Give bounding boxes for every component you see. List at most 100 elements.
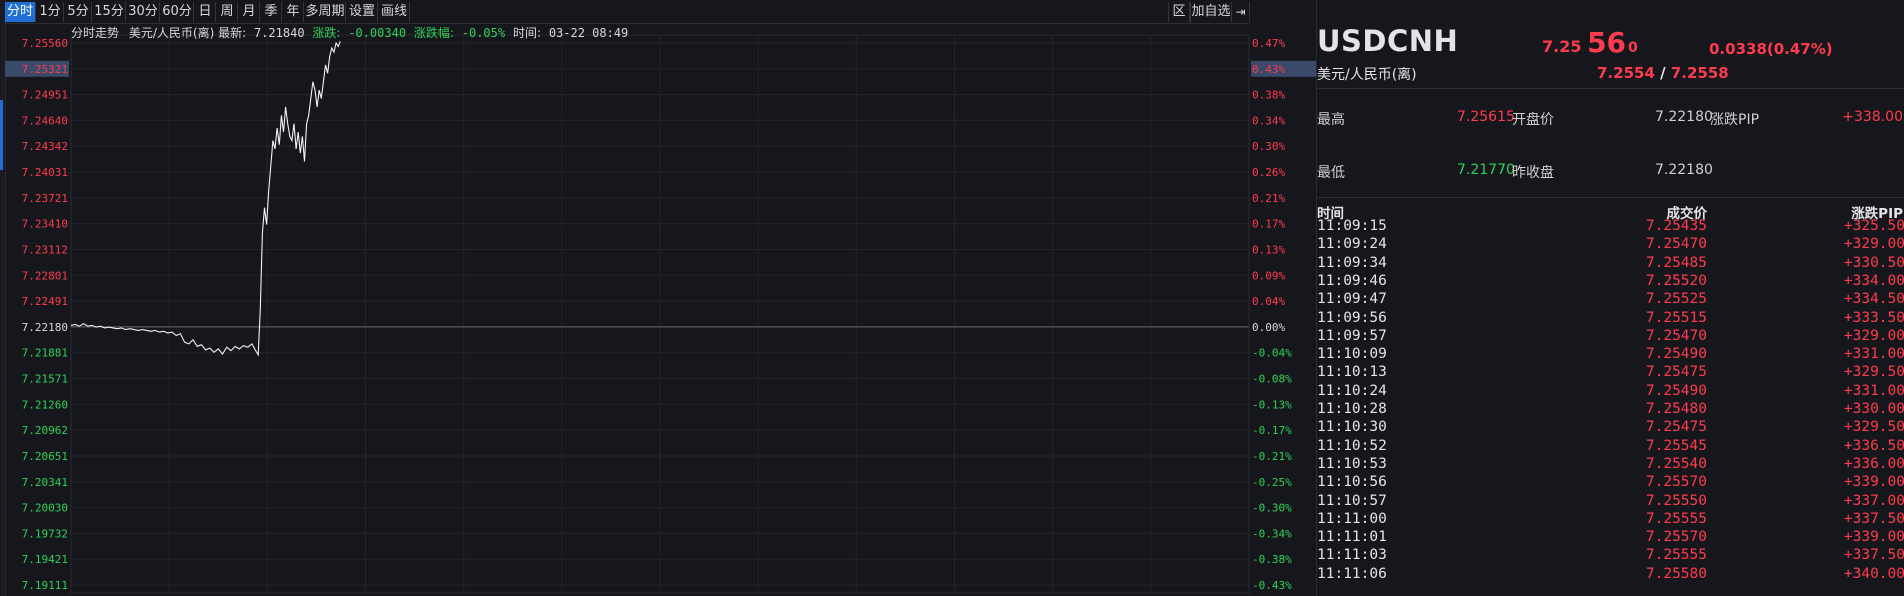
latest-value: 7.21840 xyxy=(253,26,305,40)
y-tick-right: -0.17% xyxy=(1252,424,1292,437)
y-tick-left: 7.22801 xyxy=(22,269,68,282)
y-tick-left: 7.24342 xyxy=(22,140,68,153)
trade-pip: +334.50 xyxy=(1843,291,1904,308)
trade-price: 7.25540 xyxy=(1645,455,1707,472)
y-tick-right: 0.30% xyxy=(1252,140,1285,153)
trade-row[interactable]: 11:09:56 7.25515 +333.50 xyxy=(1317,310,1904,328)
y-tick-left: 7.21881 xyxy=(22,347,68,360)
change-label: 涨跌: xyxy=(312,26,341,40)
trade-pip: +339.00 xyxy=(1843,474,1904,491)
symbol: USDCNH xyxy=(1317,24,1459,58)
open-label: 开盘价 xyxy=(1512,112,1554,128)
y-tick-right: 0.21% xyxy=(1252,192,1285,205)
price-change: 0.0338(0.47%) xyxy=(1709,40,1833,58)
y-tick-right: -0.13% xyxy=(1252,398,1292,411)
price-small: 0 xyxy=(1628,40,1638,56)
trade-pip: +336.00 xyxy=(1843,455,1904,472)
y-tick-left: 7.23721 xyxy=(22,192,68,205)
trade-row[interactable]: 11:10:09 7.25490 +331.00 xyxy=(1317,346,1904,364)
y-axis-right: 0.47% 0.43% 0.38% 0.34% 0.30% 0.26% 0.21% 0.17%… xyxy=(1251,37,1316,592)
trade-pip: +333.50 xyxy=(1843,309,1904,326)
trade-price: 7.25475 xyxy=(1645,364,1707,381)
trade-price: 7.25475 xyxy=(1645,419,1707,436)
y-tick-right: -0.21% xyxy=(1252,450,1292,463)
trade-pip: +337.50 xyxy=(1843,510,1904,527)
trade-row[interactable]: 11:09:24 7.25470 +329.00 xyxy=(1317,236,1904,254)
trade-pip: +336.50 xyxy=(1843,437,1904,454)
y-tick-right: 0.43% xyxy=(1252,63,1285,76)
y-tick-right: -0.25% xyxy=(1252,476,1292,489)
trade-price: 7.25570 xyxy=(1645,529,1707,546)
trade-row[interactable]: 11:11:01 7.25570 +339.00 xyxy=(1317,529,1904,547)
prev-close-label: 昨收盘 xyxy=(1512,165,1554,181)
intraday-chart[interactable]: 7.25560 7.25321 7.24951 7.24640 7.24342 7.240… xyxy=(0,0,1316,596)
y-tick-right: 0.00% xyxy=(1252,321,1285,334)
pip-value: +338.00 xyxy=(1842,109,1903,125)
trade-pip: +325.50 xyxy=(1843,218,1904,234)
trade-price: 7.25480 xyxy=(1645,401,1707,417)
pct-value: -0.05% xyxy=(461,26,506,40)
trade-row[interactable]: 11:11:00 7.25555 +337.50 xyxy=(1317,511,1904,529)
trade-time: 11:11:01 xyxy=(1317,529,1387,546)
trade-price: 7.25555 xyxy=(1645,510,1707,527)
trade-time: 11:10:09 xyxy=(1317,346,1387,363)
bid-ask: 7.2554 / 7.2558 xyxy=(1597,64,1729,82)
high-label: 最高 xyxy=(1317,112,1345,128)
trade-time: 11:10:52 xyxy=(1317,437,1387,454)
trade-price: 7.25525 xyxy=(1645,291,1707,308)
trade-row[interactable]: 11:09:46 7.25520 +334.00 xyxy=(1317,273,1904,291)
trade-time: 11:09:57 xyxy=(1317,327,1387,344)
trade-row[interactable]: 11:10:30 7.25475 +329.50 xyxy=(1317,419,1904,437)
trade-pip: +337.50 xyxy=(1843,547,1904,564)
trade-row[interactable]: 11:10:56 7.25570 +339.00 xyxy=(1317,474,1904,492)
y-tick-left: 7.25560 xyxy=(22,37,68,50)
pair-full-name: 美元/人民币(离) xyxy=(1317,67,1417,83)
trade-row[interactable]: 11:10:53 7.25540 +336.00 xyxy=(1317,456,1904,474)
open-value: 7.22180 xyxy=(1655,109,1713,125)
trade-price: 7.25545 xyxy=(1645,437,1707,454)
trade-row[interactable]: 11:10:52 7.25545 +336.50 xyxy=(1317,438,1904,456)
trade-row[interactable]: 11:09:47 7.25525 +334.50 xyxy=(1317,291,1904,309)
trade-row[interactable]: 11:11:06 7.25580 +340.00 xyxy=(1317,566,1904,584)
trade-row[interactable]: 11:09:57 7.25470 +329.00 xyxy=(1317,328,1904,346)
y-tick-left: 7.21571 xyxy=(22,373,68,386)
trade-price: 7.25470 xyxy=(1645,236,1707,253)
trade-pip: +331.00 xyxy=(1843,346,1904,363)
y-tick-right: -0.34% xyxy=(1252,527,1292,540)
trade-pip: +329.00 xyxy=(1843,327,1904,344)
trade-price: 7.25580 xyxy=(1645,565,1707,582)
trade-row[interactable]: 11:10:57 7.25550 +337.00 xyxy=(1317,493,1904,511)
y-tick-left: 7.23112 xyxy=(22,243,68,256)
trade-pip: +329.50 xyxy=(1843,419,1904,436)
y-tick-right: 0.09% xyxy=(1252,269,1285,282)
change-value: -0.00340 xyxy=(348,26,407,40)
trade-price: 7.25570 xyxy=(1645,474,1707,491)
trade-row[interactable]: 11:11:03 7.25555 +337.50 xyxy=(1317,547,1904,565)
trade-row[interactable]: 11:10:24 7.25490 +331.00 xyxy=(1317,383,1904,401)
trade-price: 7.25485 xyxy=(1645,254,1707,271)
trade-time: 11:10:24 xyxy=(1317,382,1387,399)
trade-time: 11:10:13 xyxy=(1317,364,1387,381)
trade-price: 7.25490 xyxy=(1645,346,1707,363)
trade-row[interactable]: 11:09:34 7.25485 +330.50 xyxy=(1317,255,1904,273)
trade-row[interactable]: 11:10:28 7.25480 +330.00 xyxy=(1317,401,1904,419)
trade-time: 11:09:24 xyxy=(1317,236,1387,253)
y-tick-left: 7.24951 xyxy=(22,89,68,102)
trade-time: 11:11:03 xyxy=(1317,547,1387,564)
time-value: 03-22 08:49 xyxy=(548,26,629,40)
trade-price: 7.25515 xyxy=(1645,309,1707,326)
trade-row[interactable]: 11:10:13 7.25475 +329.50 xyxy=(1317,364,1904,382)
y-tick-left: 7.19421 xyxy=(22,553,68,566)
y-tick-right: -0.38% xyxy=(1252,553,1292,566)
trade-price: 7.25470 xyxy=(1645,327,1707,344)
y-tick-right: 0.38% xyxy=(1252,89,1285,102)
pct-label: 涨跌幅: xyxy=(413,26,454,40)
chart-title: 分时走势 xyxy=(71,26,120,40)
y-tick-left: 7.22180 xyxy=(22,321,68,334)
y-tick-left: 7.25321 xyxy=(22,63,68,76)
y-tick-left: 7.24640 xyxy=(22,114,68,127)
trade-time: 11:10:28 xyxy=(1317,401,1387,417)
pip-label: 涨跌PIP xyxy=(1710,112,1760,128)
trade-row[interactable]: 11:09:15 7.25435 +325.50 xyxy=(1317,218,1904,236)
trade-time: 11:09:56 xyxy=(1317,309,1387,326)
